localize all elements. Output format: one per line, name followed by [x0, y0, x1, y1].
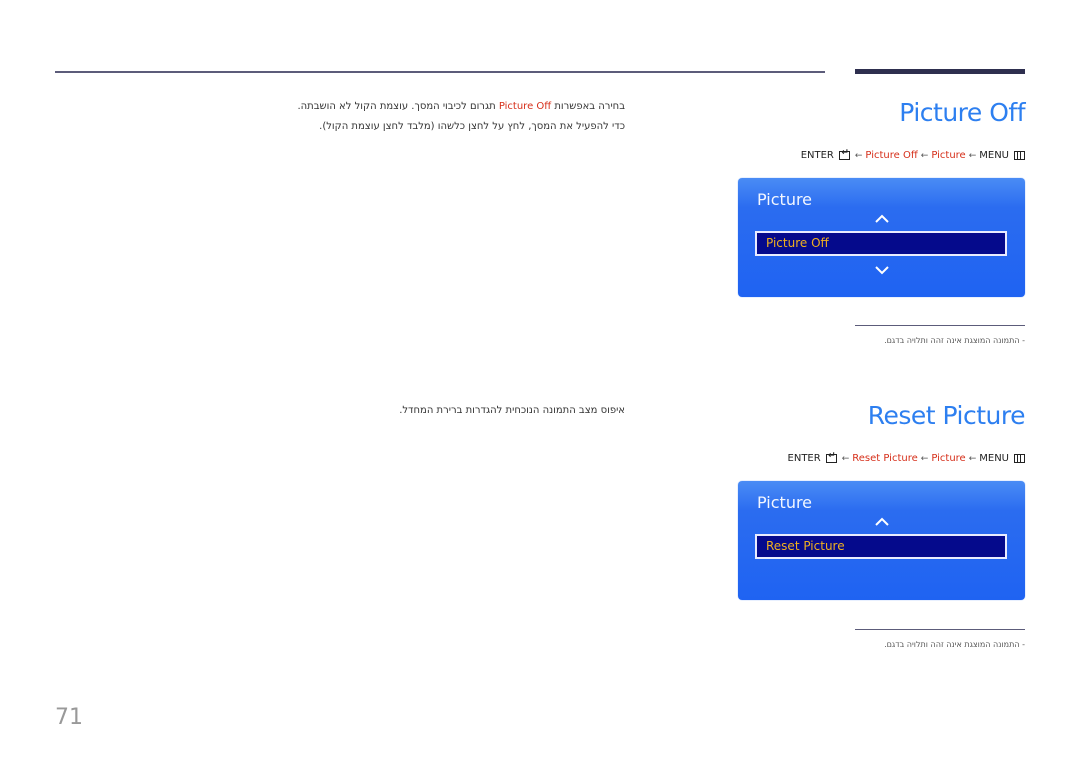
- breadcrumb-reset-picture: ENTER ← Reset Picture ← Picture ← MENU: [788, 451, 1025, 464]
- breadcrumb-item: Picture Off: [865, 150, 918, 161]
- description-line-1: בחירה באפשרות Picture Off תגרום לכיבוי ה…: [297, 101, 625, 112]
- osd-title: Picture: [757, 190, 813, 209]
- chevron-down-icon[interactable]: [874, 265, 889, 275]
- menu-icon: [1014, 151, 1025, 160]
- breadcrumb-item: Picture: [931, 453, 966, 464]
- header-rule: [55, 71, 825, 73]
- section-title-picture-off: Picture Off: [899, 98, 1025, 127]
- section-title-reset-picture: Reset Picture: [867, 401, 1026, 430]
- note-text: - התמונה המוצגת אינה זהה ותלויה בדגם.: [884, 336, 1025, 345]
- chevron-up-icon[interactable]: [874, 214, 889, 224]
- enter-icon: [838, 148, 850, 160]
- note-rule: [855, 629, 1025, 630]
- description-line-2: כדי להפעיל את המסך, לחץ על לחצן כלשהו (מ…: [319, 121, 625, 132]
- page-number: 71: [55, 705, 83, 730]
- osd-menu-picture-off: Picture Picture Off: [738, 178, 1025, 297]
- chevron-up-icon[interactable]: [874, 517, 889, 527]
- breadcrumb-item: Reset Picture: [852, 453, 918, 464]
- osd-selected-item[interactable]: Reset Picture: [755, 534, 1007, 559]
- section-description-reset-picture: איפוס מצב התמונה הנוכחית להגדרות ברירת ה…: [399, 401, 625, 421]
- header-accent-bar: [855, 69, 1025, 74]
- note-text: - התמונה המוצגת אינה זהה ותלויה בדגם.: [884, 640, 1025, 649]
- highlight-term: Picture Off: [498, 101, 552, 112]
- breadcrumb-item: Picture: [931, 150, 966, 161]
- note-rule: [855, 325, 1025, 326]
- osd-title: Picture: [757, 493, 813, 512]
- osd-menu-reset-picture: Picture Reset Picture: [738, 481, 1025, 600]
- section-description-picture-off: בחירה באפשרות Picture Off תגרום לכיבוי ה…: [297, 97, 625, 137]
- osd-selected-item[interactable]: Picture Off: [755, 231, 1007, 256]
- enter-icon: [825, 451, 837, 463]
- description-line-1: איפוס מצב התמונה הנוכחית להגדרות ברירת ה…: [399, 405, 625, 416]
- menu-icon: [1014, 454, 1025, 463]
- breadcrumb-picture-off: ENTER ← Picture Off ← Picture ← MENU: [801, 148, 1025, 161]
